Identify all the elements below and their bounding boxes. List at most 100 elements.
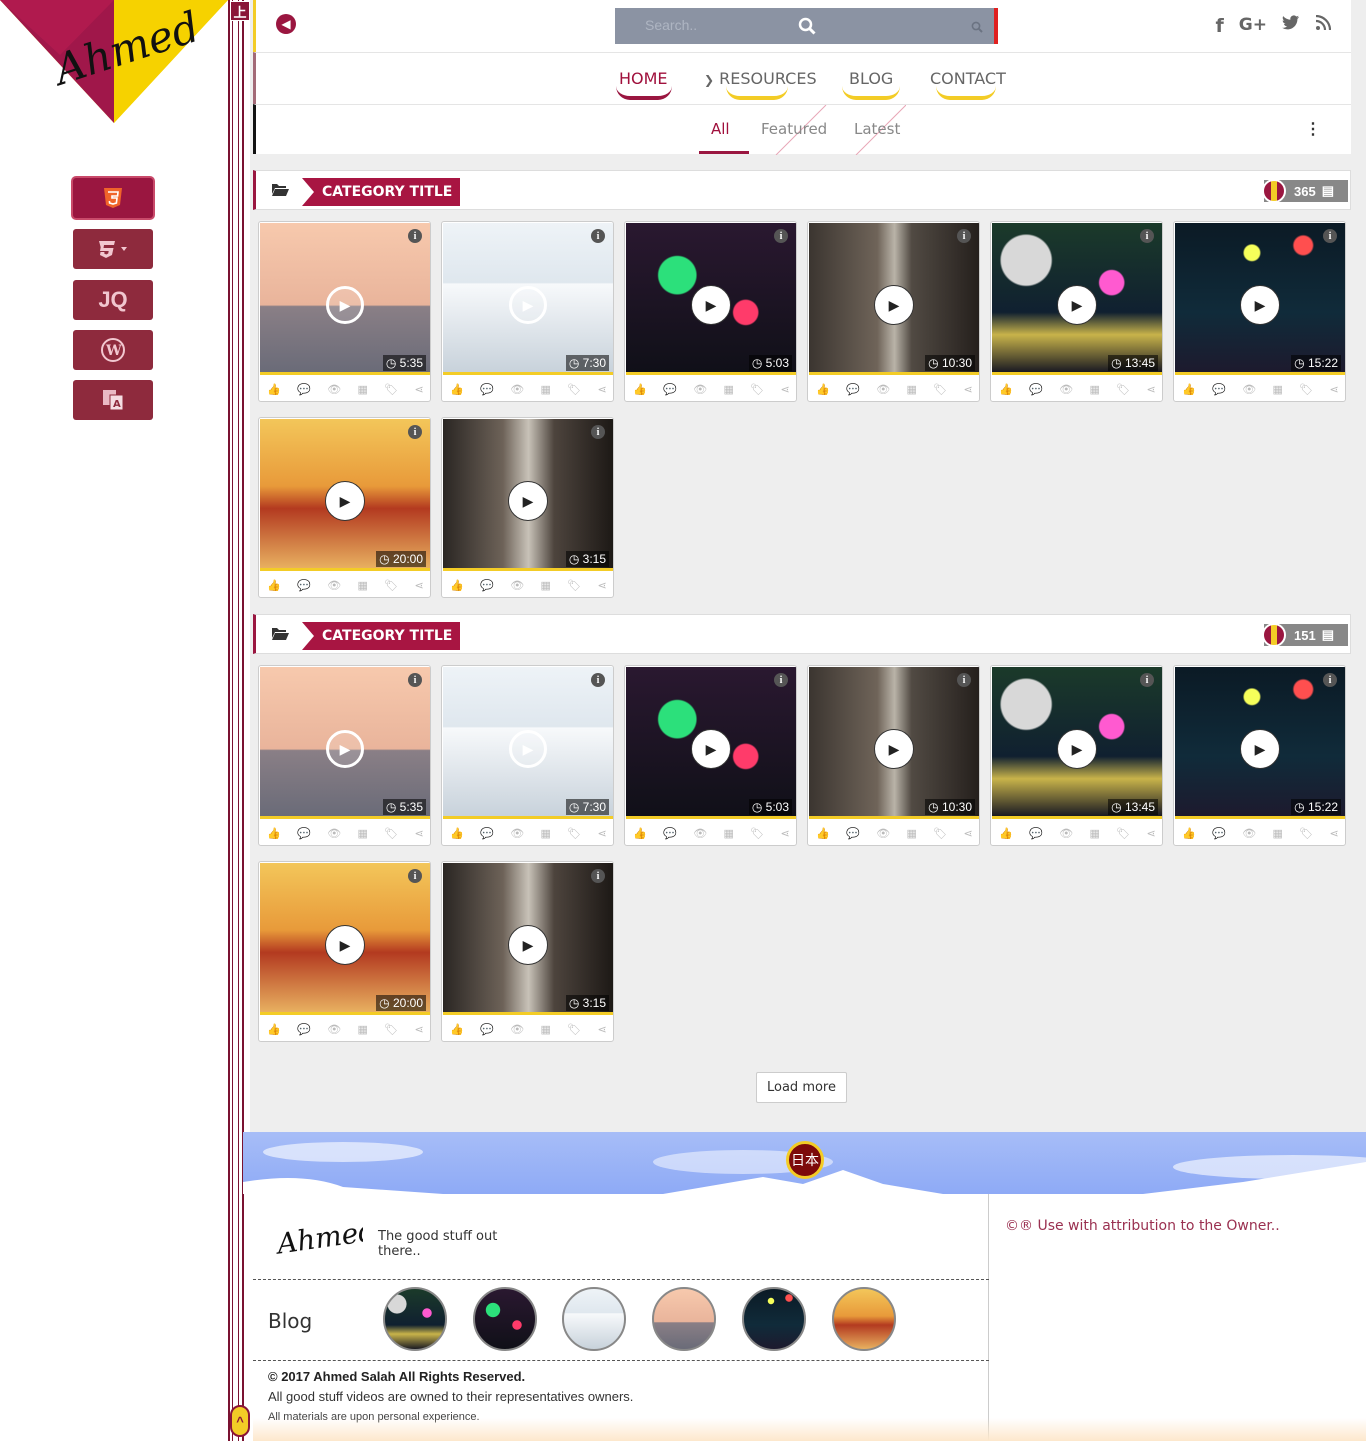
share-icon[interactable]: ⋖ <box>598 827 607 840</box>
share-icon[interactable]: ⋖ <box>1147 383 1156 396</box>
views-icon[interactable]: 👁 <box>510 383 524 396</box>
tags-icon[interactable]: 🏷 <box>1116 383 1130 396</box>
nav-item-home[interactable]: HOME <box>619 69 668 88</box>
comment-icon[interactable]: 💬 <box>663 383 677 396</box>
sidebar-item-wordpress[interactable]: W <box>73 330 153 370</box>
like-icon[interactable]: 👍 <box>450 383 464 396</box>
play-icon[interactable]: ▶ <box>875 286 913 324</box>
tags-icon[interactable]: 🏷 <box>567 383 581 396</box>
tab-latest[interactable]: Latest <box>854 120 900 138</box>
tags-icon[interactable]: 🏷 <box>1299 827 1313 840</box>
info-icon[interactable]: i <box>408 425 422 439</box>
like-icon[interactable]: 👍 <box>633 383 647 396</box>
info-icon[interactable]: i <box>408 229 422 243</box>
comment-icon[interactable]: 💬 <box>297 383 311 396</box>
video-card[interactable]: ▶ i ◷ 13:45 👍 💬 👁 ▦ 🏷 ⋖ <box>990 221 1163 402</box>
calendar-icon[interactable]: ▦ <box>1090 827 1100 840</box>
blog-thumbnail[interactable] <box>562 1287 626 1351</box>
tags-icon[interactable]: 🏷 <box>750 383 764 396</box>
video-card[interactable]: ▶ i ◷ 5:03 👍 💬 👁 ▦ 🏷 ⋖ <box>624 665 797 846</box>
video-card[interactable]: ▶ i ◷ 10:30 👍 💬 👁 ▦ 🏷 ⋖ <box>807 221 980 402</box>
views-icon[interactable]: 👁 <box>1059 827 1073 840</box>
tags-icon[interactable]: 🏷 <box>933 383 947 396</box>
nav-item-blog[interactable]: BLOG <box>849 69 893 88</box>
blog-thumbnail[interactable] <box>652 1287 716 1351</box>
views-icon[interactable]: 👁 <box>510 827 524 840</box>
video-card[interactable]: ▶ i ◷ 7:30 👍 💬 👁 ▦ 🏷 ⋖ <box>441 221 614 402</box>
tags-icon[interactable]: 🏷 <box>567 827 581 840</box>
info-icon[interactable]: i <box>1323 229 1337 243</box>
more-vertical-icon[interactable]: ⋮ <box>1305 119 1321 139</box>
sidebar-item-css3[interactable] <box>73 229 153 269</box>
like-icon[interactable]: 👍 <box>267 827 281 840</box>
blog-thumbnail[interactable] <box>742 1287 806 1351</box>
share-icon[interactable]: ⋖ <box>598 1023 607 1036</box>
calendar-icon[interactable]: ▦ <box>724 827 734 840</box>
comment-icon[interactable]: 💬 <box>480 1023 494 1036</box>
info-icon[interactable]: i <box>774 229 788 243</box>
video-card[interactable]: ▶ i ◷ 15:22 👍 💬 👁 ▦ 🏷 ⋖ <box>1173 221 1346 402</box>
views-icon[interactable]: 👁 <box>693 827 707 840</box>
sidebar-item-jquery[interactable]: JQ <box>73 280 153 320</box>
rss-icon[interactable] <box>1315 14 1332 37</box>
calendar-icon[interactable]: ▦ <box>907 827 917 840</box>
info-icon[interactable]: i <box>957 673 971 687</box>
like-icon[interactable]: 👍 <box>816 827 830 840</box>
info-icon[interactable]: i <box>591 229 605 243</box>
calendar-icon[interactable]: ▦ <box>907 383 917 396</box>
like-icon[interactable]: 👍 <box>450 1023 464 1036</box>
info-icon[interactable]: i <box>408 869 422 883</box>
play-icon[interactable]: ▶ <box>326 286 364 324</box>
tags-icon[interactable]: 🏷 <box>750 827 764 840</box>
share-icon[interactable]: ⋖ <box>415 827 424 840</box>
views-icon[interactable]: 👁 <box>1059 383 1073 396</box>
calendar-icon[interactable]: ▦ <box>358 579 368 592</box>
video-card[interactable]: ▶ i ◷ 20:00 👍 💬 👁 ▦ 🏷 ⋖ <box>258 417 431 598</box>
like-icon[interactable]: 👍 <box>267 383 281 396</box>
views-icon[interactable]: 👁 <box>327 383 341 396</box>
calendar-icon[interactable]: ▦ <box>1090 383 1100 396</box>
calendar-icon[interactable]: ▦ <box>541 383 551 396</box>
share-icon[interactable]: ⋖ <box>1330 827 1339 840</box>
play-icon[interactable]: ▶ <box>509 926 547 964</box>
play-icon[interactable]: ▶ <box>1241 730 1279 768</box>
info-icon[interactable]: i <box>1323 673 1337 687</box>
video-card[interactable]: ▶ i ◷ 7:30 👍 💬 👁 ▦ 🏷 ⋖ <box>441 665 614 846</box>
google-plus-icon[interactable]: G+ <box>1239 15 1267 37</box>
video-card[interactable]: ▶ i ◷ 5:03 👍 💬 👁 ▦ 🏷 ⋖ <box>624 221 797 402</box>
comment-icon[interactable]: 💬 <box>297 1023 311 1036</box>
calendar-icon[interactable]: ▦ <box>358 1023 368 1036</box>
like-icon[interactable]: 👍 <box>999 827 1013 840</box>
like-icon[interactable]: 👍 <box>267 579 281 592</box>
tags-icon[interactable]: 🏷 <box>384 383 398 396</box>
play-icon[interactable]: ▶ <box>326 482 364 520</box>
calendar-icon[interactable]: ▦ <box>724 383 734 396</box>
tags-icon[interactable]: 🏷 <box>384 1023 398 1036</box>
calendar-icon[interactable]: ▦ <box>1273 827 1283 840</box>
info-icon[interactable]: i <box>408 673 422 687</box>
back-button[interactable]: ◀ <box>276 14 296 34</box>
like-icon[interactable]: 👍 <box>816 383 830 396</box>
views-icon[interactable]: 👁 <box>510 579 524 592</box>
share-icon[interactable]: ⋖ <box>598 579 607 592</box>
play-icon[interactable]: ▶ <box>1058 730 1096 768</box>
site-logo[interactable]: Ahmed <box>0 0 228 125</box>
tags-icon[interactable]: 🏷 <box>567 1023 581 1036</box>
tab-featured[interactable]: Featured <box>761 120 827 138</box>
views-icon[interactable]: 👁 <box>327 579 341 592</box>
info-icon[interactable]: i <box>591 425 605 439</box>
video-card[interactable]: ▶ i ◷ 20:00 👍 💬 👁 ▦ 🏷 ⋖ <box>258 861 431 1042</box>
like-icon[interactable]: 👍 <box>999 383 1013 396</box>
sidebar-item-html5[interactable] <box>73 178 153 218</box>
search-input[interactable] <box>645 17 775 33</box>
comment-icon[interactable]: 💬 <box>480 827 494 840</box>
comment-icon[interactable]: 💬 <box>480 383 494 396</box>
tags-icon[interactable]: 🏷 <box>1116 827 1130 840</box>
play-icon[interactable]: ▶ <box>692 730 730 768</box>
share-icon[interactable]: ⋖ <box>781 827 790 840</box>
views-icon[interactable]: 👁 <box>876 383 890 396</box>
calendar-icon[interactable]: ▦ <box>358 383 368 396</box>
scroll-top-button[interactable]: 上 <box>230 1 250 21</box>
blog-thumbnail[interactable] <box>832 1287 896 1351</box>
calendar-icon[interactable]: ▦ <box>1273 383 1283 396</box>
